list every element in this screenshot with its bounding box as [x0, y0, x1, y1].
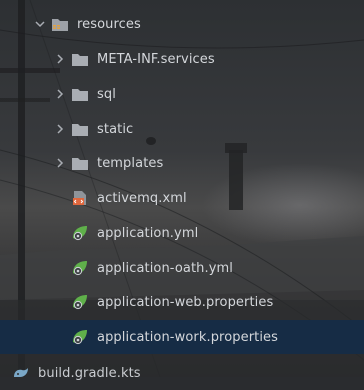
tree-item-label: sql — [97, 86, 116, 102]
folder-icon — [71, 51, 89, 67]
tree-item-static[interactable]: static — [0, 112, 364, 146]
chevron-right-icon[interactable] — [53, 122, 67, 136]
tree-item-application-yml[interactable]: application.yml — [0, 216, 364, 250]
tree-item-label: application.yml — [97, 225, 199, 241]
spring-config-icon — [71, 260, 89, 276]
tree-item-label: activemq.xml — [97, 190, 187, 206]
chevron-right-icon[interactable] — [53, 156, 67, 170]
tree-item-label: build.gradle.kts — [38, 365, 141, 381]
tree-item-build-gradle-kts[interactable]: build.gradle.kts — [0, 356, 364, 390]
chevron-right-icon[interactable] — [53, 52, 67, 66]
resources-folder-icon — [51, 16, 69, 32]
spring-config-icon — [71, 294, 89, 310]
tree-item-application-oath-yml[interactable]: application-oath.yml — [0, 251, 364, 285]
chevron-right-icon[interactable] — [53, 87, 67, 101]
tree-item-label: application-work.properties — [97, 329, 279, 345]
tree-item-label: templates — [97, 155, 164, 171]
chevron-down-icon[interactable] — [33, 17, 47, 31]
gradle-icon — [12, 365, 30, 381]
tree-item-application-web-properties[interactable]: application-web.properties — [0, 285, 364, 319]
tree-item-sql[interactable]: sql — [0, 77, 364, 111]
project-tree: resources META-INF.services sql static t… — [0, 0, 364, 381]
tree-item-label: static — [97, 121, 134, 137]
tree-item-label: resources — [77, 16, 141, 32]
tree-item-meta-inf-services[interactable]: META-INF.services — [0, 42, 364, 76]
tree-item-templates[interactable]: templates — [0, 146, 364, 180]
folder-icon — [71, 121, 89, 137]
tree-item-activemq-xml[interactable]: activemq.xml — [0, 181, 364, 215]
tree-item-label: META-INF.services — [97, 51, 215, 67]
spring-config-icon — [71, 225, 89, 241]
tree-item-label: application-oath.yml — [97, 260, 233, 276]
tree-item-resources[interactable]: resources — [0, 7, 364, 41]
tree-item-application-work-properties[interactable]: application-work.properties — [0, 320, 364, 354]
xml-file-icon — [71, 190, 89, 206]
folder-icon — [71, 86, 89, 102]
tree-item-label: application-web.properties — [97, 294, 274, 310]
folder-icon — [71, 155, 89, 171]
spring-config-icon — [71, 329, 89, 345]
